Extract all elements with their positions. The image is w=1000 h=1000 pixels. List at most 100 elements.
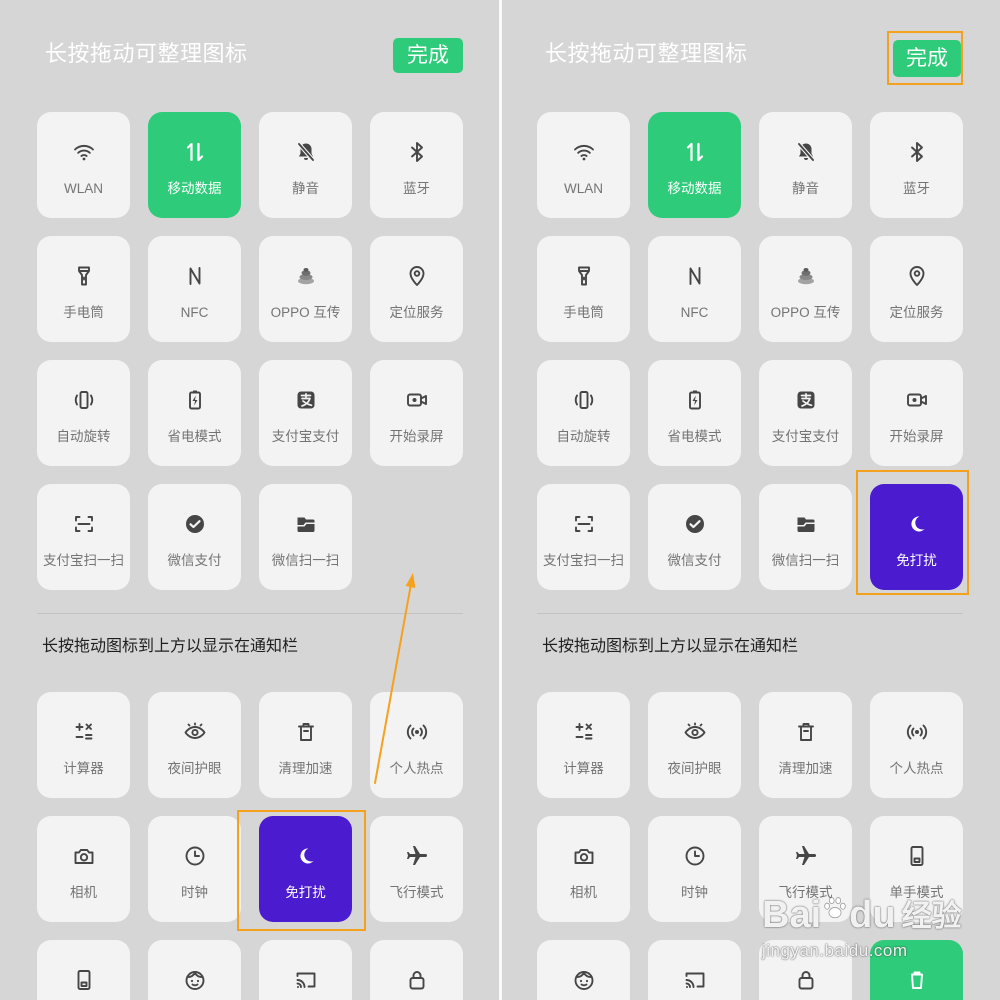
tile-hotspot[interactable]: 个人热点	[370, 692, 463, 798]
tile-eye[interactable]: 夜间护眼	[648, 692, 741, 798]
tile-nfc[interactable]: NFC	[148, 236, 241, 342]
tile-label: 夜间护眼	[167, 761, 222, 776]
tile-label: 支付宝扫一扫	[43, 553, 124, 568]
tile-battery-saver[interactable]: 省电模式	[648, 360, 741, 466]
tile-mobile-data[interactable]: 移动数据	[648, 112, 741, 218]
camera-icon	[572, 844, 596, 868]
tile-rotate[interactable]: 自动旋转	[537, 360, 630, 466]
tile-cast[interactable]	[259, 940, 352, 1000]
tile-one-hand[interactable]	[37, 940, 130, 1000]
one-hand-icon	[905, 844, 929, 868]
tile-label: 定位服务	[889, 305, 944, 320]
tile-bell-off[interactable]: 静音	[759, 112, 852, 218]
nfc-icon	[183, 264, 207, 288]
tile-location[interactable]: 定位服务	[370, 236, 463, 342]
tile-wechat-pay[interactable]: 微信支付	[648, 484, 741, 590]
tile-oppo-share[interactable]: OPPO 互传	[759, 236, 852, 342]
tile-alipay[interactable]: 支付宝支付	[759, 360, 852, 466]
tile-clock[interactable]: 时钟	[648, 816, 741, 922]
tile-moon[interactable]: 免打扰	[870, 484, 963, 590]
tile-label: 清理加速	[278, 761, 333, 776]
tile-label: 计算器	[63, 761, 104, 776]
tile-label: 时钟	[181, 885, 208, 900]
tile-wifi[interactable]: WLAN	[37, 112, 130, 218]
screen-record-icon	[905, 388, 929, 412]
airplane-icon	[405, 844, 429, 868]
tile-mobile-data[interactable]: 移动数据	[148, 112, 241, 218]
tile-face[interactable]	[537, 940, 630, 1000]
tile-face[interactable]	[148, 940, 241, 1000]
tile-bluetooth[interactable]: 蓝牙	[370, 112, 463, 218]
tile-scan[interactable]: 支付宝扫一扫	[37, 484, 130, 590]
tile-airplane[interactable]: 飞行模式	[370, 816, 463, 922]
tile-lock[interactable]	[370, 940, 463, 1000]
screen-record-icon	[405, 388, 429, 412]
tile-label: WLAN	[63, 181, 103, 196]
tile-wechat-pay[interactable]: 微信支付	[148, 484, 241, 590]
tile-moon[interactable]: 免打扰	[259, 816, 352, 922]
tile-label: 蓝牙	[903, 181, 930, 196]
eye-icon	[683, 720, 707, 744]
tile-label: OPPO 互传	[270, 305, 341, 320]
section-divider	[537, 613, 963, 614]
tile-location[interactable]: 定位服务	[870, 236, 963, 342]
tile-alipay[interactable]: 支付宝支付	[259, 360, 352, 466]
done-button[interactable]: 完成	[893, 40, 961, 77]
eye-icon	[183, 720, 207, 744]
watermark-brand-cn: 经验	[901, 900, 962, 933]
page-title: 长按拖动可整理图标	[45, 41, 248, 66]
bluetooth-icon	[905, 140, 929, 164]
rotate-icon	[72, 388, 96, 412]
tile-editor-panel-before: 长按拖动可整理图标 完成 WLAN 移动数据 静音 蓝牙手电筒 NFC OPPO 互传 定位…	[0, 0, 500, 1000]
tile-oppo-share[interactable]: OPPO 互传	[259, 236, 352, 342]
tile-label: WLAN	[563, 181, 603, 196]
tile-flashlight[interactable]: 手电筒	[37, 236, 130, 342]
tile-rotate[interactable]: 自动旋转	[37, 360, 130, 466]
tile-label: NFC	[180, 305, 209, 320]
tile-label: 定位服务	[389, 305, 444, 320]
tile-bell-off[interactable]: 静音	[259, 112, 352, 218]
tile-screen-record[interactable]: 开始录屏	[870, 360, 963, 466]
tile-label: 微信扫一扫	[271, 553, 340, 568]
page-title: 长按拖动可整理图标	[545, 41, 748, 66]
watermark-brand: Bai du 经验	[762, 893, 962, 937]
one-hand-icon	[72, 968, 96, 992]
tile-wechat-scan[interactable]: 微信扫一扫	[759, 484, 852, 590]
tile-wechat-scan[interactable]: 微信扫一扫	[259, 484, 352, 590]
lock-icon	[794, 968, 818, 992]
tile-calculator[interactable]: 计算器	[537, 692, 630, 798]
tile-cast[interactable]	[648, 940, 741, 1000]
tile-scan[interactable]: 支付宝扫一扫	[537, 484, 630, 590]
tile-battery-saver[interactable]: 省电模式	[148, 360, 241, 466]
tile-hotspot[interactable]: 个人热点	[870, 692, 963, 798]
section-hint: 长按拖动图标到上方以显示在通知栏	[542, 638, 799, 655]
wechat-pay-icon	[183, 512, 207, 536]
hotspot-icon	[905, 720, 929, 744]
section-hint: 长按拖动图标到上方以显示在通知栏	[42, 638, 299, 655]
clipboard-icon	[905, 968, 929, 992]
tile-flashlight[interactable]: 手电筒	[537, 236, 630, 342]
tile-camera[interactable]: 相机	[37, 816, 130, 922]
tile-label: 微信支付	[667, 553, 722, 568]
done-button[interactable]: 完成	[393, 38, 463, 73]
wifi-icon	[572, 140, 596, 164]
tile-wifi[interactable]: WLAN	[537, 112, 630, 218]
battery-saver-icon	[183, 388, 207, 412]
tile-cleanup[interactable]: 清理加速	[259, 692, 352, 798]
tile-screen-record[interactable]: 开始录屏	[370, 360, 463, 466]
tile-label: 自动旋转	[556, 429, 611, 444]
tile-clock[interactable]: 时钟	[148, 816, 241, 922]
tile-nfc[interactable]: NFC	[648, 236, 741, 342]
tile-label: 计算器	[563, 761, 604, 776]
tile-bluetooth[interactable]: 蓝牙	[870, 112, 963, 218]
section-divider	[37, 613, 463, 614]
tile-label: 飞行模式	[389, 885, 444, 900]
tile-calculator[interactable]: 计算器	[37, 692, 130, 798]
tile-eye[interactable]: 夜间护眼	[148, 692, 241, 798]
tile-label: OPPO 互传	[770, 305, 841, 320]
flashlight-icon	[72, 264, 96, 288]
tile-camera[interactable]: 相机	[537, 816, 630, 922]
nfc-icon	[683, 264, 707, 288]
lock-icon	[405, 968, 429, 992]
tile-cleanup[interactable]: 清理加速	[759, 692, 852, 798]
